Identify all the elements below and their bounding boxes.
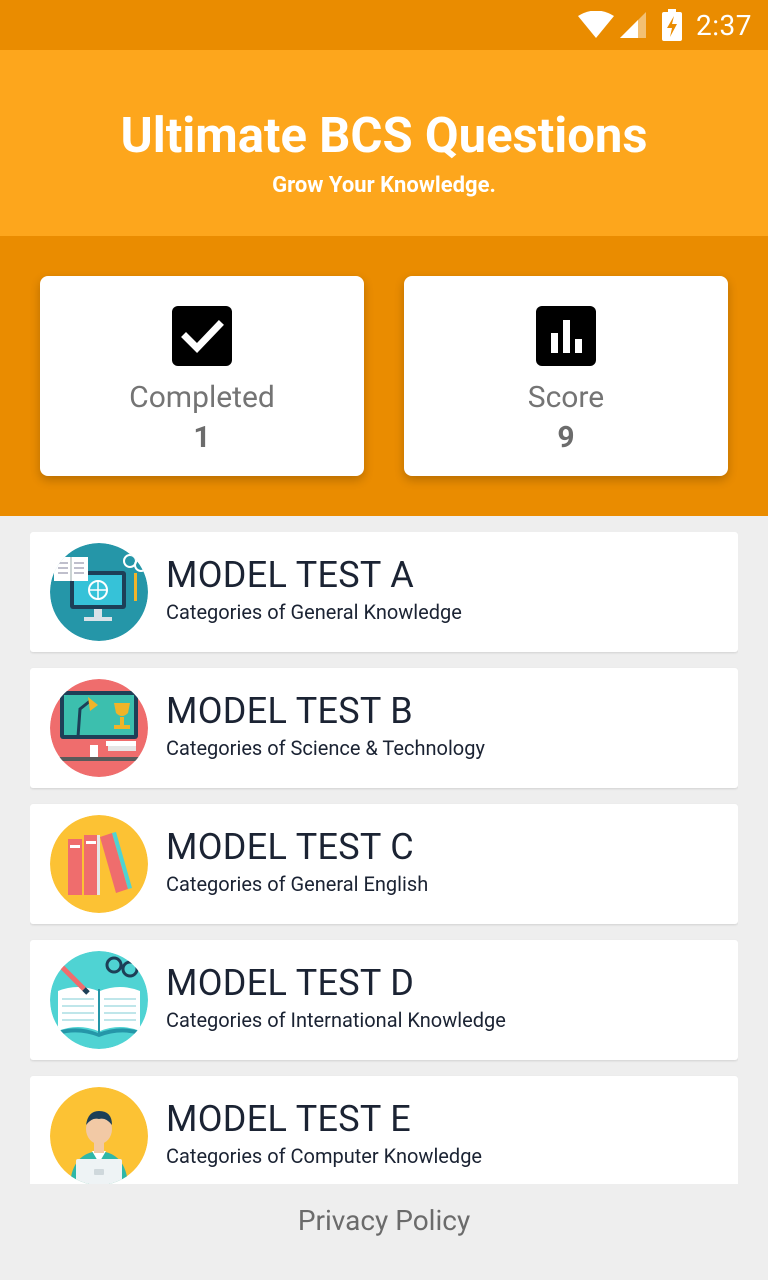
bar-chart-icon — [536, 306, 596, 366]
signal-icon — [618, 10, 648, 40]
completed-card: Completed 1 — [40, 276, 364, 476]
open-book-icon — [50, 951, 148, 1049]
score-card: Score 9 — [404, 276, 728, 476]
model-test-description: Categories of General English — [166, 872, 429, 896]
app-subtitle: Grow Your Knowledge. — [272, 173, 496, 198]
model-test-description: Categories of International Knowledge — [166, 1008, 506, 1032]
person-laptop-icon — [50, 1087, 148, 1184]
model-test-item-d[interactable]: MODEL TEST D Categories of International… — [30, 940, 738, 1060]
checkbox-icon — [172, 306, 232, 366]
status-bar: 2:37 — [0, 0, 768, 50]
score-value: 9 — [557, 420, 575, 455]
model-test-title: MODEL TEST B — [166, 690, 413, 732]
model-test-title: MODEL TEST C — [166, 826, 414, 868]
status-icons: 2:37 — [578, 0, 752, 50]
books-icon — [50, 815, 148, 913]
clock: 2:37 — [696, 8, 752, 42]
model-test-description: Categories of General Knowledge — [166, 600, 462, 624]
model-test-description: Categories of Computer Knowledge — [166, 1144, 483, 1168]
desk-lamp-trophy-icon — [50, 679, 148, 777]
model-test-title: MODEL TEST D — [166, 962, 415, 1004]
model-test-item-a[interactable]: MODEL TEST A Categories of General Knowl… — [30, 532, 738, 652]
model-test-item-e[interactable]: MODEL TEST E Categories of Computer Know… — [30, 1076, 738, 1184]
computer-globe-icon — [50, 543, 148, 641]
stats-panel: Completed 1 Score 9 — [0, 236, 768, 516]
model-test-list[interactable]: MODEL TEST A Categories of General Knowl… — [30, 532, 738, 1184]
model-test-description: Categories of Science & Technology — [166, 736, 485, 760]
wifi-icon — [578, 11, 614, 39]
completed-label: Completed — [129, 380, 275, 415]
privacy-policy-link[interactable]: Privacy Policy — [0, 1204, 768, 1238]
app-title: Ultimate BCS Questions — [120, 107, 648, 164]
model-test-title: MODEL TEST A — [166, 554, 415, 596]
model-test-item-b[interactable]: MODEL TEST B Categories of Science & Tec… — [30, 668, 738, 788]
score-label: Score — [527, 380, 605, 415]
battery-charging-icon — [662, 9, 682, 41]
footer: Privacy Policy — [0, 1184, 768, 1280]
model-test-title: MODEL TEST E — [166, 1098, 411, 1140]
model-test-item-c[interactable]: MODEL TEST C Categories of General Engli… — [30, 804, 738, 924]
completed-value: 1 — [193, 420, 211, 455]
app-header: Ultimate BCS Questions Grow Your Knowled… — [0, 50, 768, 236]
